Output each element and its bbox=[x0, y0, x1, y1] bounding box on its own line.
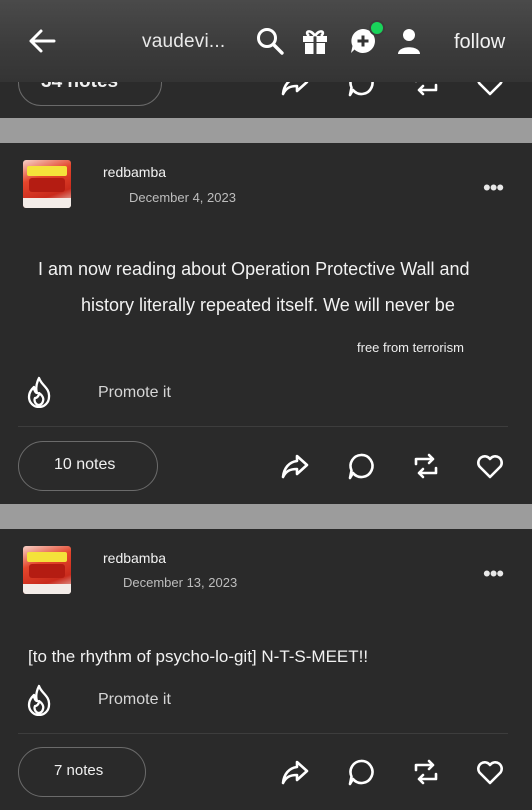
post-body-line: I am now reading about Operation Protect… bbox=[38, 259, 470, 279]
search-icon[interactable] bbox=[255, 26, 285, 56]
post-card: redbamba December 13, 2023 ••• [to the r… bbox=[0, 529, 532, 810]
more-options-icon[interactable]: ••• bbox=[483, 175, 504, 201]
promote-button[interactable]: Promote it bbox=[98, 384, 171, 402]
reblog-icon[interactable] bbox=[411, 451, 441, 481]
previous-post-footer: 34 notes bbox=[0, 82, 532, 118]
divider bbox=[18, 733, 508, 734]
post-date: December 13, 2023 bbox=[123, 575, 238, 590]
avatar[interactable] bbox=[23, 546, 71, 594]
more-options-icon[interactable]: ••• bbox=[483, 561, 504, 587]
divider bbox=[18, 426, 508, 427]
share-icon[interactable] bbox=[280, 451, 310, 481]
promote-button[interactable]: Promote it bbox=[98, 691, 171, 709]
gift-icon[interactable] bbox=[300, 26, 330, 56]
post-body-line: [to the rhythm of psycho-lo-git] N-T-S-M… bbox=[28, 647, 369, 666]
post-username[interactable]: redbamba bbox=[103, 164, 166, 180]
notes-count: 7 notes bbox=[54, 762, 104, 779]
post-separator bbox=[0, 118, 532, 143]
reply-icon[interactable] bbox=[346, 82, 376, 98]
reply-icon[interactable] bbox=[346, 451, 376, 481]
post-date: December 4, 2023 bbox=[129, 190, 236, 205]
blog-title[interactable]: vaudevi... bbox=[142, 31, 225, 53]
share-icon[interactable] bbox=[280, 82, 310, 98]
notification-dot bbox=[369, 20, 385, 36]
post-separator bbox=[0, 504, 532, 529]
avatar[interactable] bbox=[23, 160, 71, 208]
post-small-text: free from terrorism bbox=[357, 340, 464, 355]
like-icon[interactable] bbox=[475, 757, 505, 787]
notes-count: 10 notes bbox=[54, 456, 116, 473]
post-card: redbamba December 4, 2023 ••• I am now r… bbox=[0, 143, 532, 504]
notes-count: 34 notes bbox=[41, 82, 118, 93]
notes-button[interactable]: 34 notes bbox=[18, 82, 162, 106]
user-icon[interactable] bbox=[394, 26, 424, 56]
reply-icon[interactable] bbox=[346, 757, 376, 787]
notes-button[interactable]: 7 notes bbox=[18, 747, 146, 797]
reblog-icon[interactable] bbox=[411, 757, 441, 787]
share-icon[interactable] bbox=[280, 757, 310, 787]
notes-button[interactable]: 10 notes bbox=[18, 441, 158, 491]
follow-button[interactable]: follow bbox=[454, 31, 505, 54]
reblog-icon[interactable] bbox=[411, 82, 441, 98]
post-username[interactable]: redbamba bbox=[103, 550, 166, 566]
like-icon[interactable] bbox=[475, 82, 505, 98]
top-bar: vaudevi... follow bbox=[0, 0, 532, 82]
flame-icon[interactable] bbox=[25, 684, 53, 716]
back-arrow-icon[interactable] bbox=[28, 28, 56, 54]
flame-icon[interactable] bbox=[25, 376, 53, 408]
like-icon[interactable] bbox=[475, 451, 505, 481]
post-body-line: history literally repeated itself. We wi… bbox=[81, 295, 455, 315]
